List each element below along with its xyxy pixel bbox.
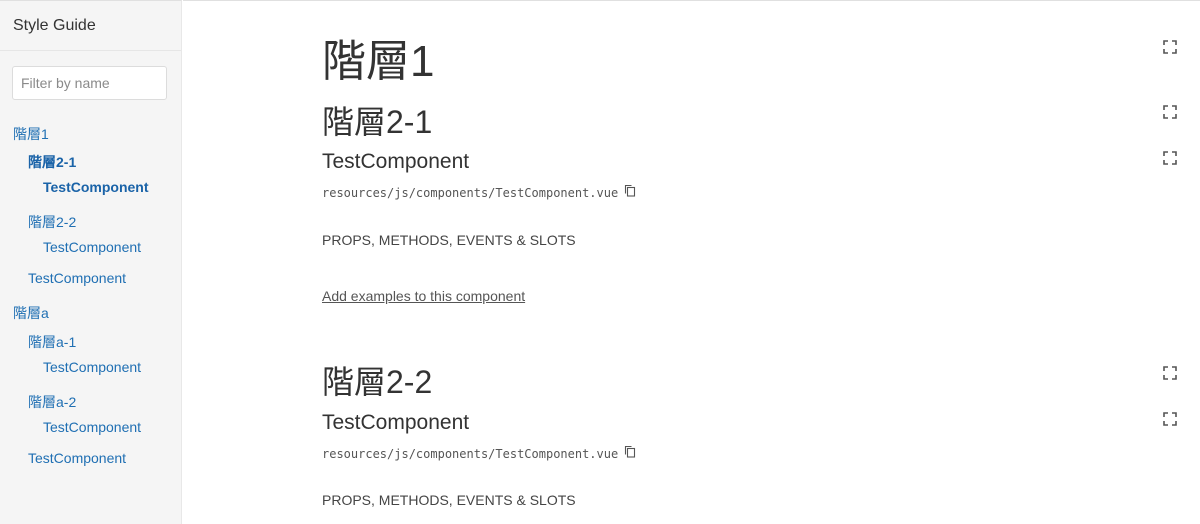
component-name: TestComponent — [322, 411, 470, 434]
component-path: resources/js/components/TestComponent.vu… — [322, 186, 619, 200]
nav-item-testcomponent[interactable]: TestComponent — [28, 270, 126, 286]
component-path: resources/js/components/TestComponent.vu… — [322, 447, 619, 461]
nav-item-level1[interactable]: 階層1 — [13, 124, 49, 144]
nav-item-level-a-1[interactable]: 階層a-1 — [28, 332, 76, 352]
expand-icon[interactable] — [1163, 412, 1177, 426]
component-name: TestComponent — [322, 150, 470, 173]
copy-icon[interactable] — [624, 184, 636, 197]
nav-item-level-a-2[interactable]: 階層a-2 — [28, 392, 76, 412]
page-title: 階層1 — [322, 37, 435, 86]
nav-item-testcomponent[interactable]: TestComponent — [43, 179, 149, 195]
nav-item-level2-2[interactable]: 階層2-2 — [28, 212, 76, 232]
expand-icon[interactable] — [1163, 40, 1177, 54]
sidebar-title[interactable]: Style Guide — [0, 1, 181, 51]
expand-icon[interactable] — [1163, 366, 1177, 380]
main-content: 階層1 階層2-1 TestComponent resources/js/com… — [183, 0, 1200, 524]
nav-item-testcomponent[interactable]: TestComponent — [43, 419, 141, 435]
add-examples-link[interactable]: Add examples to this component — [322, 288, 525, 304]
section-heading: 階層2-1 — [322, 104, 433, 140]
nav-item-testcomponent[interactable]: TestComponent — [43, 359, 141, 375]
expand-icon[interactable] — [1163, 105, 1177, 119]
nav-item-level-a[interactable]: 階層a — [13, 303, 49, 323]
props-methods-label: PROPS, METHODS, EVENTS & SLOTS — [322, 492, 576, 508]
copy-icon[interactable] — [624, 445, 636, 458]
section-heading: 階層2-2 — [322, 364, 433, 400]
nav-item-testcomponent[interactable]: TestComponent — [28, 450, 126, 466]
props-methods-label: PROPS, METHODS, EVENTS & SLOTS — [322, 232, 576, 248]
nav-item-level2-1[interactable]: 階層2-1 — [28, 152, 76, 172]
filter-input[interactable] — [12, 66, 167, 100]
sidebar: Style Guide 階層1 階層2-1 TestComponent 階層2-… — [0, 0, 182, 524]
nav-item-testcomponent[interactable]: TestComponent — [43, 239, 141, 255]
expand-icon[interactable] — [1163, 151, 1177, 165]
